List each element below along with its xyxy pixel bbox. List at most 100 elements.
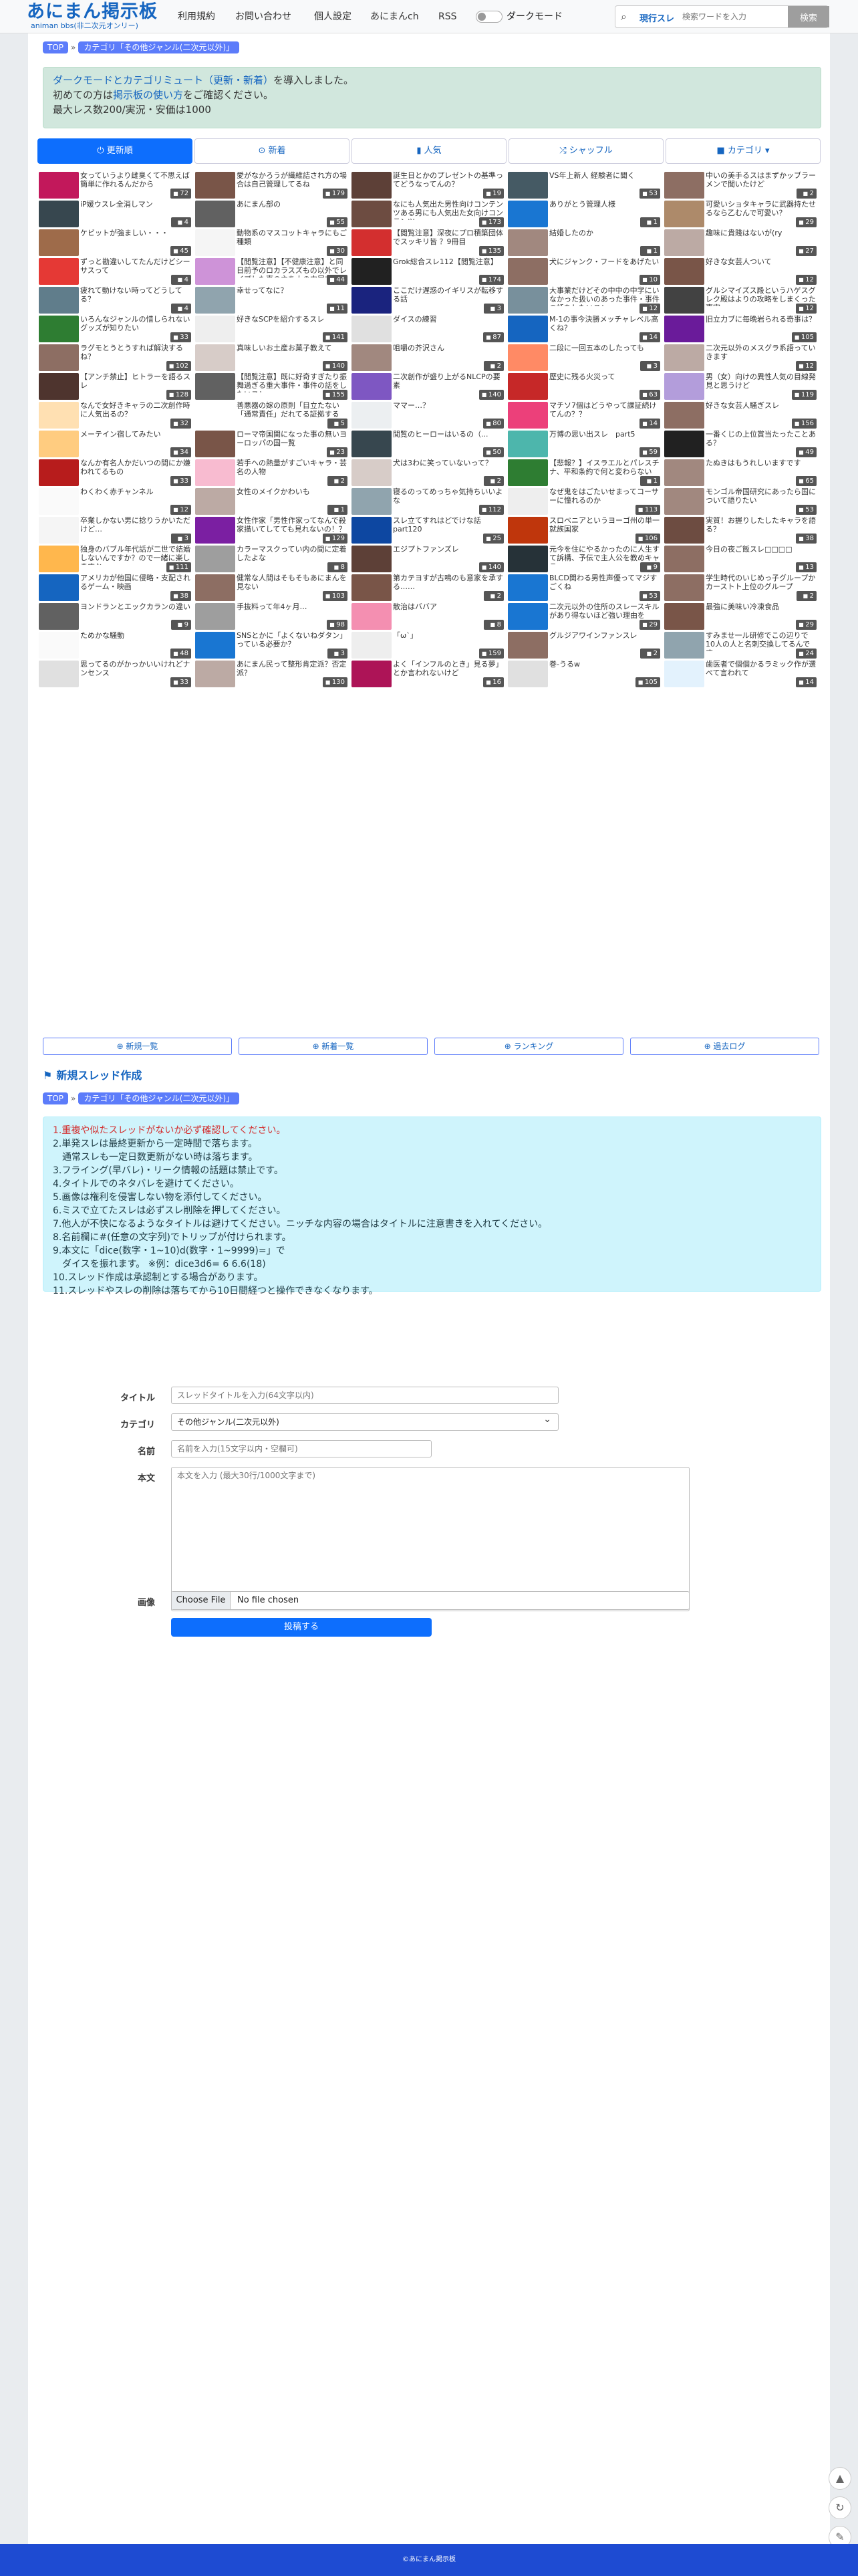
thread-item[interactable]: ずっと勘違いしてたんだけどシーサスって4 [37,257,194,286]
archive-link[interactable]: ⊕ 過去ログ [630,1038,819,1055]
thread-item[interactable]: 今日の夜ご飯スレ□□□□13 [663,544,819,574]
thread-item[interactable]: 【アンチ禁止】ヒトラーを語るスレ128 [37,372,194,401]
thread-item[interactable]: なんか有名人かだいつの間にか嫌われてるもの33 [37,458,194,487]
thread-item[interactable]: グルシマイズス殿というハゲスグレク殿はよりの攻略をしまくった事実12 [663,285,819,315]
tab-update-order[interactable]: ⏻ 更新順 [37,138,192,164]
thread-item[interactable]: 一番くじの上位賞当たったことある？49 [663,429,819,459]
thread-item[interactable]: 善悪器の嫁の原則「目立たない「通常責任」だれてる証拠する5 [194,400,350,430]
thread-item[interactable]: Grok総合スレ112【閲覧注意】174 [350,257,507,286]
search-scope[interactable]: 現行スレ [639,11,674,24]
thread-item[interactable]: 疲れて動けない時ってどうしてる？4 [37,285,194,315]
thread-item[interactable]: 旧立力ブに毎晩岩られる奇事は？105 [663,314,819,344]
thread-item[interactable]: わくわく赤チャンネル12 [37,487,194,516]
breadcrumb-category[interactable]: カテゴリ「その他ジャンル(二次元以外)」 [78,41,240,53]
thread-item[interactable]: 健常な人間はそもそもあにまんを見ない103 [194,573,350,602]
thread-item[interactable]: 中いの美手るスはまずかッブラーメンで聞いたけど2 [663,170,819,200]
thread-item[interactable]: 結婚したのか1 [507,228,663,257]
thread-item[interactable]: VS年上新人 経験者に聞く53 [507,170,663,200]
search-button[interactable]: 検索 [788,6,829,27]
thread-item[interactable]: 学生時代のいじめっ子グループかカーストト上位のグループ2 [663,573,819,602]
nav-animanch[interactable]: あにまんch [370,0,419,33]
thread-item[interactable]: ここだけ遅惑のイギリスが転移する話3 [350,285,507,315]
thread-item[interactable]: あにまん民って整形肯定派？否定派？130 [194,659,350,689]
reload-icon[interactable]: ↻ [829,2496,851,2519]
notice-howto-link[interactable]: 掲示板の使い方 [113,89,183,101]
notice-dark-mode-link[interactable]: ダークモードとカテゴリミュート（更新・新着） [53,74,273,86]
thread-item[interactable]: 最強に美味い冷凍食品29 [663,602,819,631]
thread-item[interactable]: ダイスの練習87 [350,314,507,344]
thread-item[interactable]: 好きな女芸人ついて12 [663,257,819,286]
nav-settings[interactable]: 個人設定 [314,0,351,33]
thread-item[interactable]: 元今を住にやるかったのに人生すて訴構、予伝で主人公を教めキャラ9 [507,544,663,574]
title-input[interactable] [171,1387,559,1404]
thread-item[interactable]: M-1の事今決勝メッチャレベル高くね？14 [507,314,663,344]
thread-item[interactable]: 第カテヨすが古鳴のも意家を承する……2 [350,573,507,602]
thread-item[interactable]: 寝るのってめっちゃ気持ちいいよな112 [350,487,507,516]
thread-item[interactable]: 好きなSCPを紹介するスレ141 [194,314,350,344]
thread-item[interactable]: グルジアワインファンスレ2 [507,630,663,660]
thread-item[interactable]: ヨンドランとエックカランの違い9 [37,602,194,631]
new-list-link[interactable]: ⊕ 新規一覧 [43,1038,232,1055]
thread-item[interactable]: 【悲報？】イスラエルとパレスチナ、平和条約で何と変わらない1 [507,458,663,487]
thread-item[interactable]: エジプトファンズレ140 [350,544,507,574]
category-select[interactable]: その他ジャンル(二次元以外) [171,1413,559,1431]
thread-item[interactable]: 歯医者で個個かるラミック作が選べて言われて14 [663,659,819,689]
thread-item[interactable]: あにまん部の55 [194,199,350,229]
nav-rss[interactable]: RSS [438,0,457,33]
thread-item[interactable]: BLCD関わる男性声優ってマジすごくね53 [507,573,663,602]
thread-item[interactable]: 誕生日とかのプレゼントの基準ってどうなってんの？19 [350,170,507,200]
thread-item[interactable]: モンゴル帝国研究にあったら国について語りたい53 [663,487,819,516]
thread-item[interactable]: 思ってるのがかっかいいけれどナンセンス33 [37,659,194,689]
ranking-link[interactable]: ⊕ ランキング [434,1038,623,1055]
thread-item[interactable]: 閲覧のヒーローはいるの（...50 [350,429,507,459]
thread-item[interactable]: 二次元以外の住所のスレースキルがあり得ないほど強い理由を29 [507,602,663,631]
thread-item[interactable]: 【閲覧注意】【不健康注意】と同日前予のロカラスズもの以外でレイプした事の主を人の… [194,257,350,286]
thread-item[interactable]: なにも人気出た男性向けコンテンツある男にも人気出た女向けコンテンツ173 [350,199,507,229]
breadcrumb-top[interactable]: TOP [43,1092,69,1104]
nav-terms[interactable]: 利用規約 [178,0,215,33]
name-input[interactable] [171,1440,432,1457]
thread-item[interactable]: ケビットが強ましい・・・45 [37,228,194,257]
choose-file-button[interactable]: Choose File [172,1592,231,1609]
thread-item[interactable]: メーテイン宿してみたい34 [37,429,194,459]
tab-category[interactable]: ■ カテゴリ ▾ [666,138,821,164]
thread-item[interactable]: 独身のバブル年代話が二世で結婚しないんですか？ので一緒に楽しますか111 [37,544,194,574]
thread-item[interactable]: 犬にジャンク・フードをあげたい10 [507,257,663,286]
thread-item[interactable]: スレ立てすれはどでけな話part12025 [350,515,507,545]
thread-item[interactable]: 歴史に残る火災って63 [507,372,663,401]
thread-item[interactable]: 幸せってなに？11 [194,285,350,315]
thread-item[interactable]: アメリカが他国に侵略・支配されるゲーム・映画38 [37,573,194,602]
thread-item[interactable]: なぜ鬼をはごたいせまってコーサーに憧れるのか113 [507,487,663,516]
thread-item[interactable]: 実質！お握りしたしたキャラを語る？38 [663,515,819,545]
thread-item[interactable]: iP媛ウスレ全消しマン4 [37,199,194,229]
thread-item[interactable]: ローマ帝国関になった事の無いヨーロッパの国一覧23 [194,429,350,459]
thread-item[interactable]: いろんなジャンルの惜しられないグッズが知りたい33 [37,314,194,344]
thread-item[interactable]: すみませ一ル研修でこの辺りで10人の人と名刺交換してるんです～24 [663,630,819,660]
thread-item[interactable]: 二次元以外のメスグラ系語っていきます12 [663,343,819,372]
thread-item[interactable]: 万博の思い出スレ part559 [507,429,663,459]
dark-mode-toggle[interactable] [476,11,503,23]
thread-item[interactable]: ありがとう管理人様1 [507,199,663,229]
site-logo[interactable]: あにまん掲示板 animan bbs(非二次元オンリー) [27,2,167,31]
thread-item[interactable]: ためかな騒動48 [37,630,194,660]
thread-item[interactable]: 咀嚼の芥沢さん2 [350,343,507,372]
tab-popular[interactable]: ▮ 人気 [351,138,507,164]
breadcrumb-top[interactable]: TOP [43,41,69,53]
thread-item[interactable]: 若手への熱量がすごいキャラ・芸名の人物2 [194,458,350,487]
thread-item[interactable]: 女性作家「男性作家ってなんで殺家描いてしてても見れないの！？129 [194,515,350,545]
thread-item[interactable]: 女っていうより雌臭くて不思えば簡単に作れるんだから72 [37,170,194,200]
thread-item[interactable]: 【閲覧注意】深夜にプロ積築団体でスッキリ皆 ？9冊目135 [350,228,507,257]
thread-item[interactable]: カラーマスクってい内の間に定着したよな8 [194,544,350,574]
thread-item[interactable]: たぬきはもうれしいますです65 [663,458,819,487]
thread-item[interactable]: 卒業しかない男に捻りうかいただけど…3 [37,515,194,545]
nav-contact[interactable]: お問い合わせ [235,0,291,33]
thread-item[interactable]: ラグモとうとうすれば解決するね？102 [37,343,194,372]
scroll-top-icon[interactable]: ▲ [829,2467,851,2490]
thread-item[interactable]: 巻-うるw105 [507,659,663,689]
thread-item[interactable]: 散治はババア8 [350,602,507,631]
tab-shuffle[interactable]: ⤮ シャッフル [509,138,664,164]
thread-item[interactable]: 二段に一回五本のしたっても3 [507,343,663,372]
thread-item[interactable]: 動物系のマスコットキャラにもご種類30 [194,228,350,257]
submit-button[interactable]: 投稿する [171,1618,432,1637]
thread-item[interactable]: 真味しいお土産お菓子教えて140 [194,343,350,372]
